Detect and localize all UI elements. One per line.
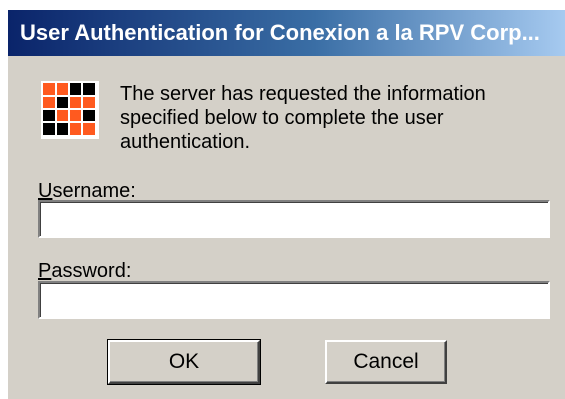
cancel-button[interactable]: Cancel bbox=[325, 340, 447, 384]
ok-button[interactable]: OK bbox=[107, 339, 261, 385]
password-input[interactable] bbox=[38, 281, 550, 319]
auth-dialog: User Authentication for Conexion a la RP… bbox=[8, 10, 565, 399]
window-title: User Authentication for Conexion a la RP… bbox=[20, 20, 540, 45]
password-label-accel: P bbox=[38, 260, 52, 282]
password-label-text: assword: bbox=[51, 260, 132, 282]
prompt-message: The server has requested the information… bbox=[120, 83, 486, 153]
username-label-accel: U bbox=[38, 180, 53, 202]
title-bar[interactable]: User Authentication for Conexion a la RP… bbox=[8, 10, 565, 56]
username-input[interactable] bbox=[38, 200, 550, 238]
authentication-icon bbox=[41, 81, 99, 139]
password-label: Password: bbox=[38, 260, 131, 283]
username-label-text: sername: bbox=[52, 180, 136, 202]
